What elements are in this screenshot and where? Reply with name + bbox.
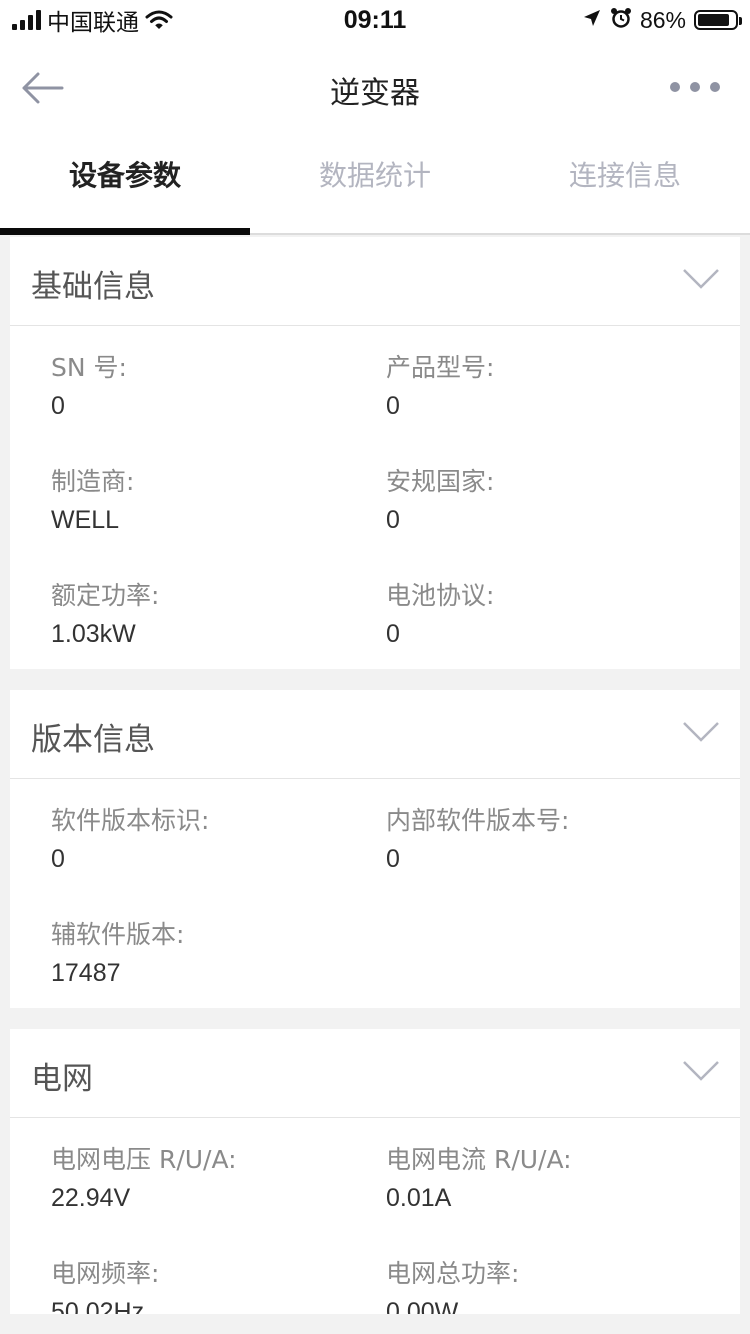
field-value: 22.94V xyxy=(51,1184,131,1212)
field-safety-country: 安规国家: 0 xyxy=(386,458,721,572)
field-value: 1.03kW xyxy=(51,620,136,648)
field-aux-software-version: 辅软件版本: 17487 xyxy=(51,911,386,1025)
section-version-info: 版本信息 软件版本标识: 0 内部软件版本号: 0 辅软件版本: 17487 xyxy=(10,690,740,1008)
field-value: 0 xyxy=(386,506,400,534)
field-manufacturer: 制造商: WELL xyxy=(51,458,386,572)
field-label: 软件版本标识: xyxy=(51,806,210,835)
field-label: 电池协议: xyxy=(386,581,495,610)
field-grid-frequency: 电网频率: 50.02Hz xyxy=(51,1250,386,1314)
screen: 中国联通 09:11 86% 逆变器 设备参数 数据统计 连接信息 基础信息 S… xyxy=(0,0,750,1334)
field-value: 0 xyxy=(386,392,400,420)
field-label: SN 号: xyxy=(51,353,127,382)
field-internal-software-version: 内部软件版本号: 0 xyxy=(386,797,721,911)
section-basic-info: 基础信息 SN 号: 0 产品型号: 0 制造商: WELL 安规国家: 0 额… xyxy=(10,237,740,669)
section-header[interactable]: 电网 xyxy=(10,1029,740,1118)
field-label: 额定功率: xyxy=(51,581,160,610)
field-grid-voltage: 电网电压 R/U/A: 22.94V xyxy=(51,1136,386,1250)
field-label: 电网电压 R/U/A: xyxy=(51,1145,237,1174)
field-grid-total-power: 电网总功率: 0.00W xyxy=(386,1250,721,1314)
section-header[interactable]: 版本信息 xyxy=(10,690,740,779)
field-label: 电网电流 R/U/A: xyxy=(386,1145,572,1174)
field-label: 安规国家: xyxy=(386,467,495,496)
field-label: 内部软件版本号: xyxy=(386,806,570,835)
field-value: 0 xyxy=(51,845,65,873)
page-title: 逆变器 xyxy=(330,76,420,111)
field-battery-protocol: 电池协议: 0 xyxy=(386,572,721,686)
section-title: 版本信息 xyxy=(31,722,155,758)
field-grid-current: 电网电流 R/U/A: 0.01A xyxy=(386,1136,721,1250)
chevron-down-icon xyxy=(683,722,719,742)
nav-bar: 逆变器 xyxy=(0,40,750,136)
field-value: 0 xyxy=(386,845,400,873)
field-value: 50.02Hz xyxy=(51,1298,145,1314)
field-label: 产品型号: xyxy=(386,353,495,382)
field-value: 0 xyxy=(51,392,65,420)
tab-data-statistics[interactable]: 数据统计 xyxy=(250,136,500,233)
status-bar: 中国联通 09:11 86% xyxy=(0,0,750,40)
tab-connection-info[interactable]: 连接信息 xyxy=(500,136,750,233)
field-label: 辅软件版本: xyxy=(51,920,185,949)
section-grid: 电网 电网电压 R/U/A: 22.94V 电网电流 R/U/A: 0.01A … xyxy=(10,1029,740,1314)
field-label: 电网总功率: xyxy=(386,1259,520,1288)
field-value: 0.01A xyxy=(386,1184,452,1212)
field-value: 17487 xyxy=(51,959,121,987)
tab-bar: 设备参数 数据统计 连接信息 xyxy=(0,136,750,235)
field-sn: SN 号: 0 xyxy=(51,344,386,458)
chevron-down-icon xyxy=(683,269,719,289)
location-icon xyxy=(582,8,602,33)
section-header[interactable]: 基础信息 xyxy=(10,237,740,326)
field-value: 0 xyxy=(386,620,400,648)
field-label: 制造商: xyxy=(51,467,135,496)
field-rated-power: 额定功率: 1.03kW xyxy=(51,572,386,686)
field-software-version-id: 软件版本标识: 0 xyxy=(51,797,386,911)
alarm-icon xyxy=(610,7,632,34)
battery-icon xyxy=(694,10,742,30)
battery-percent: 86% xyxy=(639,6,686,33)
section-title: 基础信息 xyxy=(31,269,155,305)
field-value: WELL xyxy=(51,506,120,534)
tab-device-params[interactable]: 设备参数 xyxy=(0,136,250,233)
field-product-model: 产品型号: 0 xyxy=(386,344,721,458)
field-label: 电网频率: xyxy=(51,1259,160,1288)
field-value: 0.00W xyxy=(386,1298,459,1314)
chevron-down-icon xyxy=(683,1061,719,1081)
section-title: 电网 xyxy=(31,1061,93,1097)
tab-indicator xyxy=(0,228,250,235)
more-horizontal-icon[interactable] xyxy=(670,82,720,92)
